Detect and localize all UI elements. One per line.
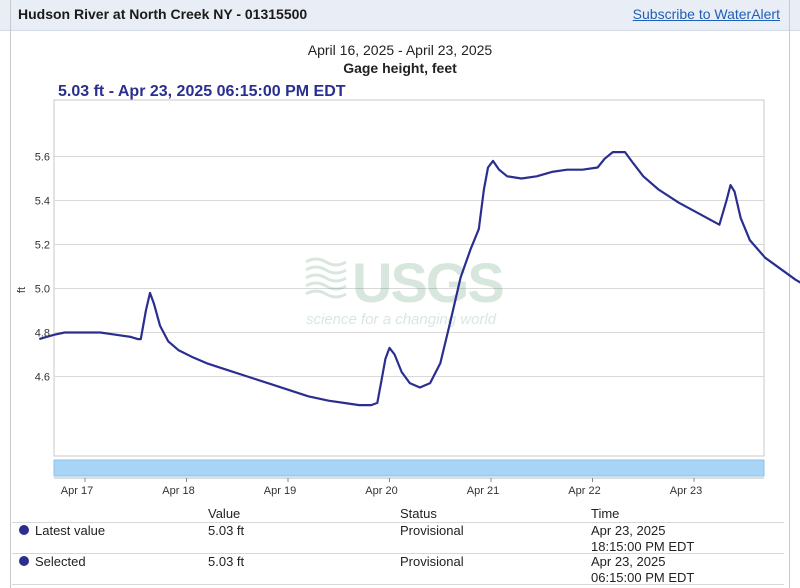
range-navigator[interactable] <box>53 459 765 477</box>
x-tick-label: Apr 23 <box>670 485 702 497</box>
svg-text:USGS: USGS <box>352 251 503 314</box>
table-divider <box>12 522 784 523</box>
gage-height-chart[interactable]: 4.64.85.05.25.45.6ft USGSscience for a ch… <box>0 0 800 588</box>
col-header-time: Time <box>591 506 620 521</box>
x-tick-label: Apr 20 <box>365 485 397 497</box>
x-tick-label: Apr 17 <box>61 485 93 497</box>
table-divider <box>12 553 784 554</box>
series-dot <box>19 556 29 566</box>
row-status: Provisional <box>400 523 464 538</box>
row-label: Selected <box>35 554 86 569</box>
row-time-date: Apr 23, 2025 <box>591 523 666 538</box>
x-tick-label: Apr 21 <box>467 485 499 497</box>
y-tick-label: 5.0 <box>35 284 50 296</box>
row-time-clock: 18:15:00 PM EDT <box>591 539 695 554</box>
table-divider <box>12 584 784 585</box>
x-tick-label: Apr 19 <box>264 485 296 497</box>
x-tick-label: Apr 22 <box>568 485 600 497</box>
row-time-clock: 06:15:00 PM EDT <box>591 570 695 585</box>
usgs-watermark-logo: USGSscience for a changing world <box>305 251 505 328</box>
y-tick-label: 4.6 <box>35 372 50 384</box>
svg-text:science for a changing world: science for a changing world <box>306 311 497 328</box>
row-value: 5.03 ft <box>208 523 245 538</box>
col-header-value: Value <box>208 506 241 521</box>
y-tick-label: 5.2 <box>35 240 50 252</box>
y-axis-label: ft <box>16 287 28 293</box>
y-tick-label: 5.6 <box>35 152 50 164</box>
row-status: Provisional <box>400 554 464 569</box>
row-value: 5.03 ft <box>208 554 245 569</box>
row-label: Latest value <box>35 523 106 538</box>
x-tick-label: Apr 18 <box>162 485 194 497</box>
y-tick-label: 5.4 <box>35 196 50 208</box>
row-time-date: Apr 23, 2025 <box>591 554 666 569</box>
col-header-status: Status <box>400 506 437 521</box>
series-dot <box>19 525 29 535</box>
